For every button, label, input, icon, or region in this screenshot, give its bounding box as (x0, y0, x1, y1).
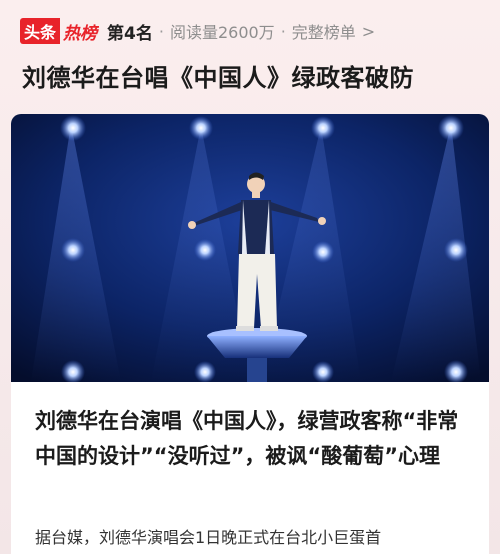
separator-dot: · (158, 21, 164, 41)
stage-light (311, 116, 335, 140)
chevron-right-icon[interactable]: > (362, 22, 375, 41)
full-list-link[interactable]: 完整榜单 (292, 19, 356, 43)
logo-part2: 热榜 (63, 23, 98, 44)
stage-light (312, 361, 334, 382)
stage-light (444, 238, 468, 262)
stage-light (61, 238, 85, 262)
hot-list-page: 头条 热榜 第4名 · 阅读量2600万 · 完整榜单 > 刘德华在台唱《中国人… (0, 0, 500, 554)
stage-light (194, 361, 216, 382)
logo-part1: 头条 (20, 18, 61, 44)
read-count: 阅读量2600万 (169, 23, 275, 42)
stage-light (60, 115, 86, 141)
article-card[interactable]: 刘德华在台演唱《中国人》，绿营政客称“非常中国的设计”“没听过”，被讽“酸葡萄”… (11, 114, 489, 554)
rank-label: 第4名 (107, 23, 153, 44)
stage-light (189, 116, 213, 140)
hot-topic-title[interactable]: 刘德华在台唱《中国人》绿政客破防 (22, 58, 492, 93)
toutiao-hot-logo: 头条 热榜 (20, 18, 99, 44)
stage-light (438, 115, 464, 141)
separator-dot: · (280, 21, 286, 41)
article-title[interactable]: 刘德华在台演唱《中国人》，绿营政客称“非常中国的设计”“没听过”，被讽“酸葡萄”… (35, 404, 475, 474)
article-photo[interactable] (11, 114, 489, 382)
pedestal-stem (247, 358, 267, 382)
article-snippet: 据台媒，刘德华演唱会1日晚正式在台北小巨蛋首 (35, 528, 382, 547)
stage-light (194, 239, 216, 261)
stage-light (312, 241, 334, 263)
hot-list-header: 头条 热榜 第4名 · 阅读量2600万 · 完整榜单 > (20, 16, 375, 46)
